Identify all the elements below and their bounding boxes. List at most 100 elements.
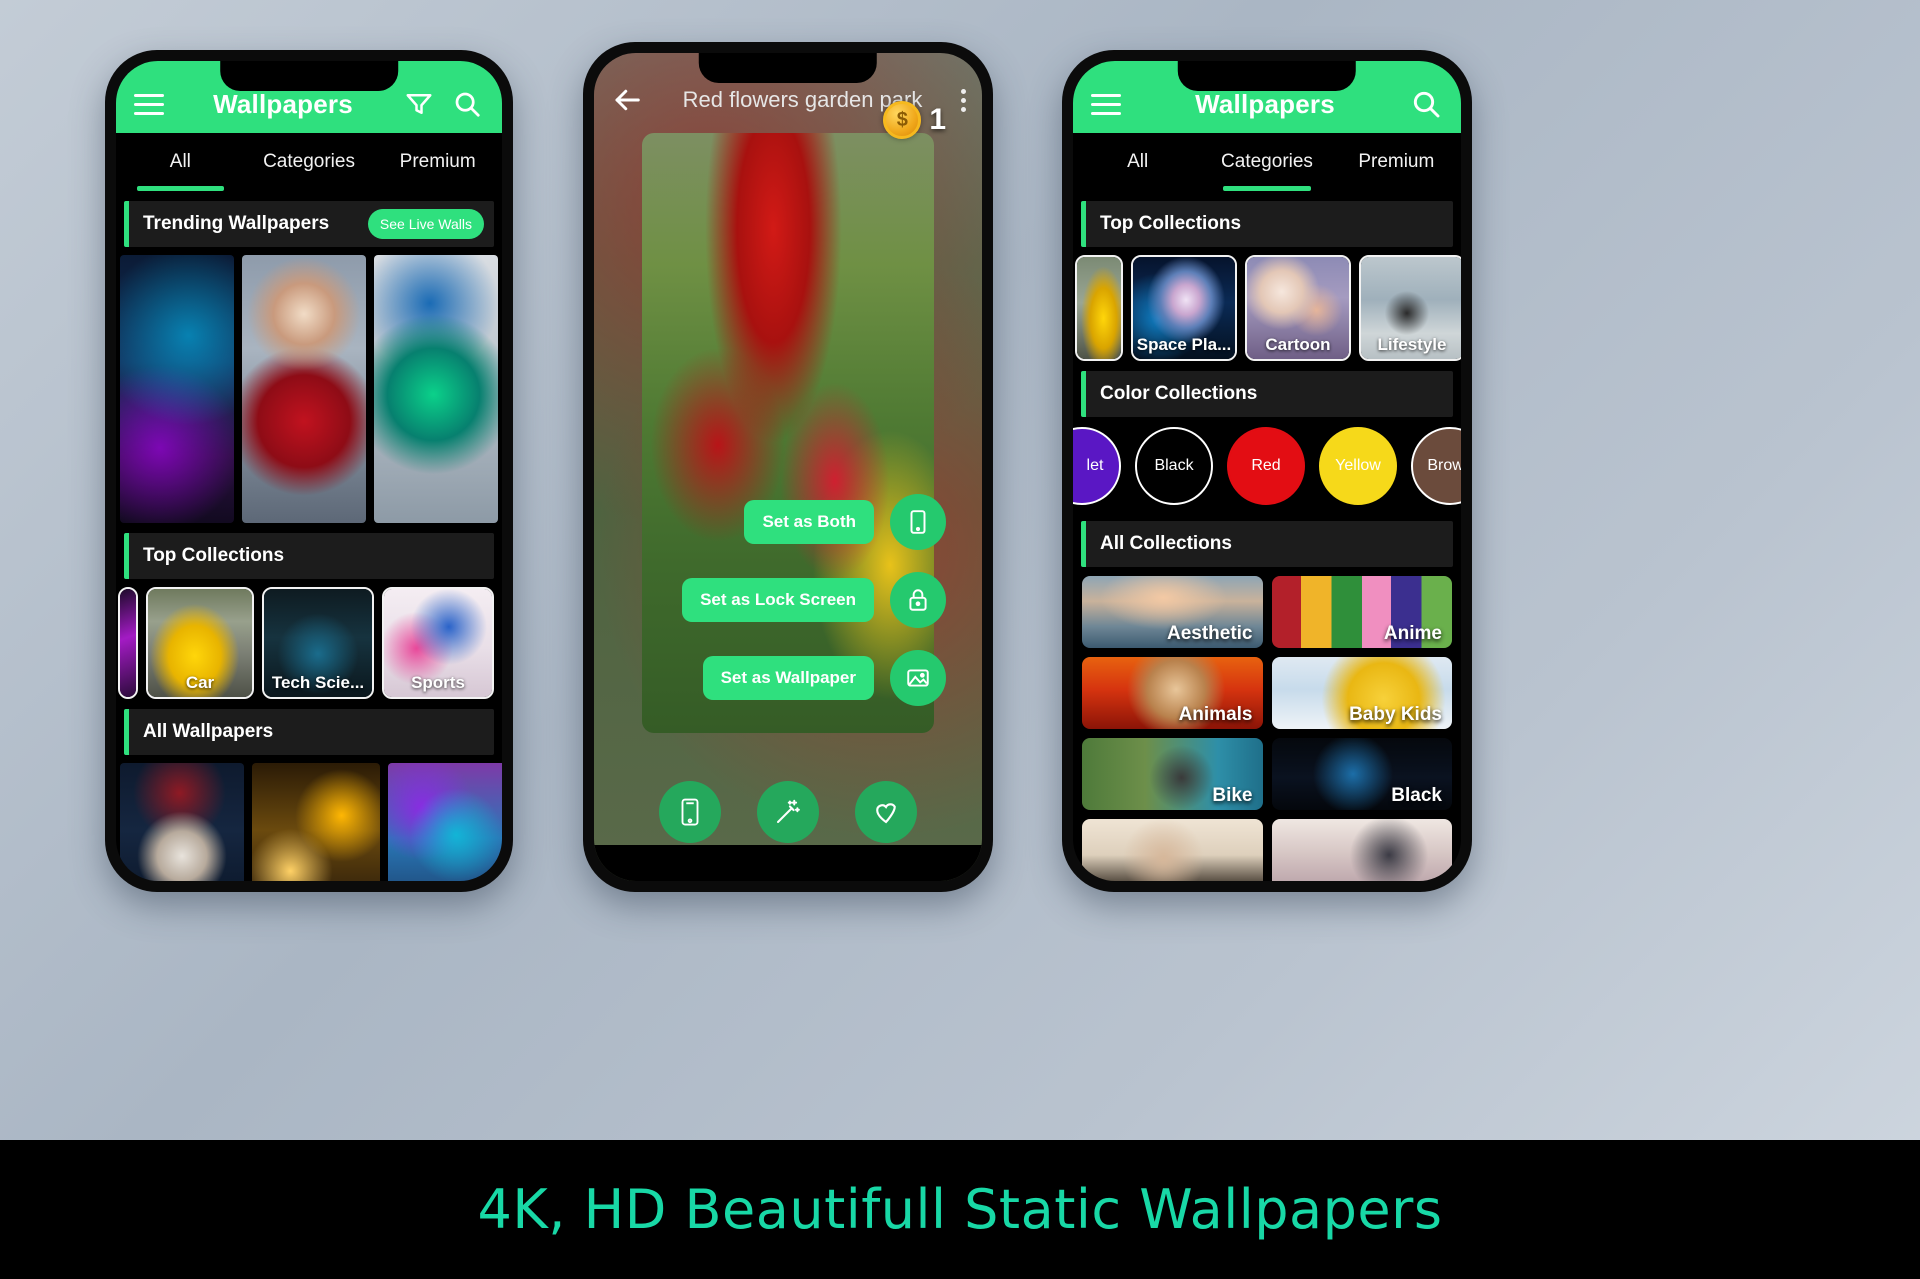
set-as-wallpaper-button[interactable]: Set as Wallpaper: [702, 656, 874, 700]
section-all-wallpapers: All Wallpapers: [124, 709, 494, 755]
collection-label: Car: [185, 673, 215, 692]
collection-card-cartoon[interactable]: Cartoon: [1245, 255, 1351, 361]
phone-icon[interactable]: [890, 494, 946, 550]
collection-label: Lifestyle: [1377, 335, 1447, 354]
search-icon[interactable]: [450, 87, 484, 121]
section-title: Top Collections: [1100, 213, 1242, 234]
coin-badge: $ 1: [883, 101, 946, 139]
collection-card-car[interactable]: Car: [146, 587, 254, 699]
phone2-screen: Red flowers garden park $ 1 Set as Both: [594, 53, 982, 881]
see-live-walls-button[interactable]: See Live Walls: [367, 209, 484, 239]
collection-tile[interactable]: [1082, 819, 1263, 881]
lock-icon[interactable]: [890, 572, 946, 628]
phone-mockup-categories: Wallpapers All Categories Premium Top Co…: [1062, 50, 1472, 892]
section-title: Color Collections: [1100, 383, 1258, 404]
wallpaper-detail-view: Red flowers garden park $ 1 Set as Both: [594, 53, 982, 881]
all-collections-grid: Aesthetic Anime Animals Baby Kids Bike B…: [1073, 567, 1461, 881]
wallpaper-card[interactable]: [120, 763, 244, 881]
tab-all[interactable]: All: [116, 133, 245, 191]
color-label: Black: [1154, 457, 1194, 474]
collection-tile-aesthetic[interactable]: Aesthetic: [1082, 576, 1263, 648]
color-swatch-brown[interactable]: Brown: [1411, 427, 1461, 505]
collection-tile-anime[interactable]: Anime: [1271, 576, 1452, 648]
collection-label: Baby Kids: [1349, 704, 1442, 725]
action-row-wallpaper: Set as Wallpaper: [702, 650, 946, 706]
back-arrow-icon[interactable]: [610, 83, 644, 117]
tab-all[interactable]: All: [1073, 133, 1202, 191]
phone2-notch: [698, 53, 878, 83]
collection-label: Animals: [1178, 704, 1253, 725]
collection-label: Aesthetic: [1166, 623, 1253, 644]
collection-tile-animals[interactable]: Animals: [1082, 657, 1263, 729]
collection-label: Space Pla...: [1136, 335, 1232, 354]
color-swatch-black[interactable]: Black: [1135, 427, 1213, 505]
phone2-footer: [594, 845, 982, 881]
action-row-lock: Set as Lock Screen: [682, 572, 946, 628]
trending-card[interactable]: [374, 255, 498, 523]
collection-tile[interactable]: [1271, 819, 1452, 881]
hamburger-icon[interactable]: [134, 93, 164, 115]
tab-premium[interactable]: Premium: [373, 133, 502, 191]
collection-card-space[interactable]: Space Pla...: [1131, 255, 1237, 361]
wallpaper-card[interactable]: [388, 763, 502, 881]
top-collections-rail[interactable]: Car Tech Scie... Sports: [116, 579, 502, 699]
color-swatch-red[interactable]: Red: [1227, 427, 1305, 505]
collection-label: Black: [1391, 785, 1442, 806]
section-color-collections: Color Collections: [1081, 371, 1453, 417]
hamburger-icon[interactable]: [1091, 93, 1121, 115]
color-swatch-violet[interactable]: let: [1073, 427, 1121, 505]
collection-tile-baby-kids[interactable]: Baby Kids: [1271, 657, 1452, 729]
trending-rail[interactable]: [118, 247, 502, 523]
more-vertical-icon[interactable]: [961, 88, 966, 112]
filter-funnel-icon[interactable]: [402, 87, 436, 121]
magic-wand-icon[interactable]: [757, 781, 819, 843]
collection-card[interactable]: [1075, 255, 1123, 361]
color-label: let: [1086, 457, 1104, 474]
trending-card[interactable]: [242, 255, 366, 523]
collection-card[interactable]: [118, 587, 138, 699]
section-title: All Collections: [1100, 533, 1232, 554]
wallpaper-card[interactable]: [252, 763, 380, 881]
section-title: Trending Wallpapers: [143, 213, 330, 234]
tab-premium[interactable]: Premium: [1332, 133, 1461, 191]
top-collections-rail[interactable]: Space Pla... Cartoon Lifestyle: [1073, 247, 1461, 361]
color-swatch-yellow[interactable]: Yellow: [1319, 427, 1397, 505]
set-wallpaper-actions: Set as Both Set as Lock Screen Set as Wa…: [616, 494, 946, 706]
search-icon[interactable]: [1409, 87, 1443, 121]
collection-tile-black[interactable]: Black: [1271, 738, 1452, 810]
tab-categories[interactable]: Categories: [1202, 133, 1331, 191]
promo-banner-text: 4K, HD Beautifull Static Wallpapers: [477, 1178, 1443, 1241]
phone1-notch: [220, 61, 398, 91]
heart-favorite-icon[interactable]: [855, 781, 917, 843]
collection-label: Cartoon: [1265, 335, 1331, 354]
collection-card-sports[interactable]: Sports: [382, 587, 494, 699]
collection-card-lifestyle[interactable]: Lifestyle: [1359, 255, 1461, 361]
collection-card-tech[interactable]: Tech Scie...: [262, 587, 374, 699]
collection-label: Tech Scie...: [271, 673, 365, 692]
section-top-collections: Top Collections: [1081, 201, 1453, 247]
trending-card[interactable]: [120, 255, 234, 523]
page-title: Wallpapers: [1195, 88, 1335, 119]
section-top-collections: Top Collections: [124, 533, 494, 579]
set-as-both-button[interactable]: Set as Both: [744, 500, 874, 544]
image-icon[interactable]: [890, 650, 946, 706]
coin-count: 1: [929, 103, 946, 136]
preview-phone-icon[interactable]: [659, 781, 721, 843]
all-wallpapers-rail[interactable]: [116, 755, 502, 881]
section-title: Top Collections: [143, 545, 285, 566]
section-title: All Wallpapers: [143, 721, 274, 742]
phone3-tabs: All Categories Premium: [1073, 133, 1461, 191]
phone1-screen: Wallpapers All Categories Premium Trendi…: [116, 61, 502, 881]
action-row-both: Set as Both: [744, 494, 946, 550]
phone3-notch: [1177, 61, 1357, 91]
tab-categories[interactable]: Categories: [245, 133, 374, 191]
detail-bottom-bar: [594, 781, 982, 843]
promo-banner: 4K, HD Beautifull Static Wallpapers: [0, 1140, 1920, 1279]
page-title: Wallpapers: [213, 88, 353, 119]
collection-tile-bike[interactable]: Bike: [1082, 738, 1263, 810]
set-as-lock-screen-button[interactable]: Set as Lock Screen: [682, 578, 874, 622]
collection-label: Bike: [1212, 785, 1253, 806]
section-all-collections: All Collections: [1081, 521, 1453, 567]
color-label: Brown: [1427, 457, 1461, 474]
color-collections-row[interactable]: let Black Red Yellow Brown: [1073, 417, 1461, 511]
